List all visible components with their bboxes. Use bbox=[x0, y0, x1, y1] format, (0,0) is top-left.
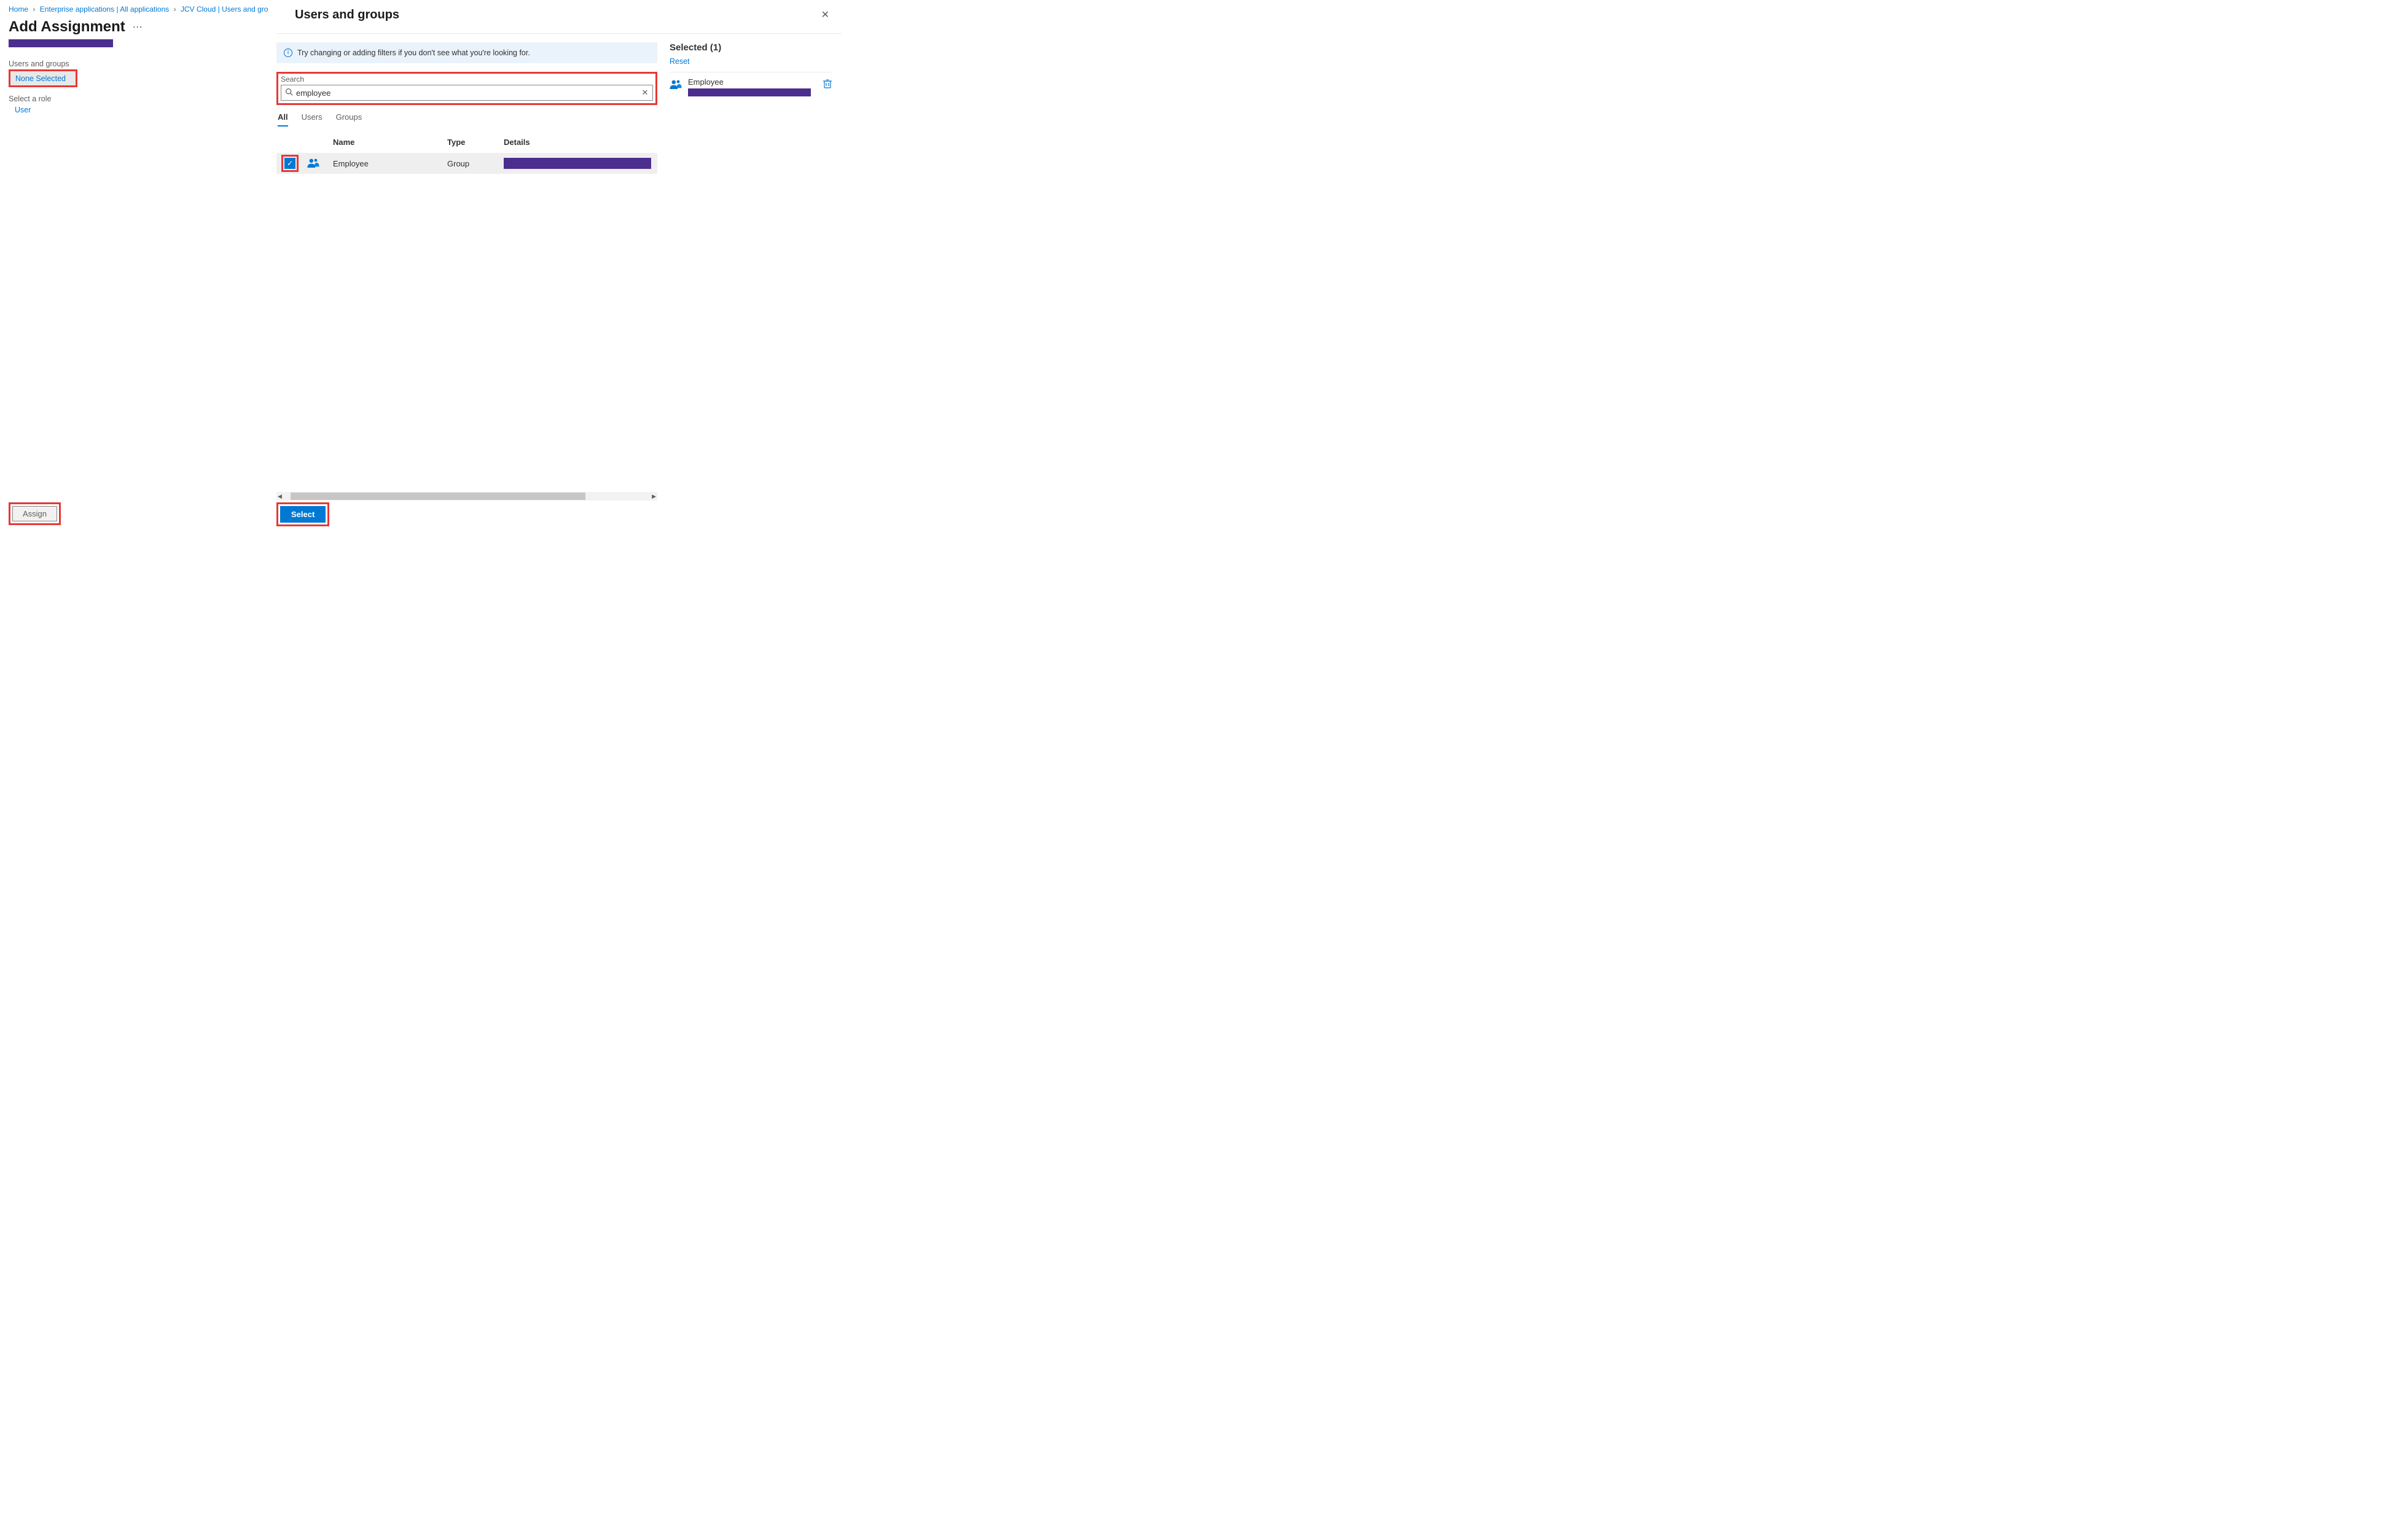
checkbox-highlight: ✓ bbox=[281, 155, 299, 172]
breadcrumb-enterprise-apps[interactable]: Enterprise applications | All applicatio… bbox=[40, 5, 170, 14]
horizontal-scrollbar[interactable]: ◀ ▶ bbox=[276, 492, 657, 501]
row-checkbox[interactable]: ✓ bbox=[284, 158, 295, 169]
scrollbar-thumb[interactable] bbox=[291, 493, 585, 500]
reset-link[interactable]: Reset bbox=[670, 57, 690, 66]
panel-header: Users and groups ✕ bbox=[276, 0, 842, 34]
tab-groups[interactable]: Groups bbox=[336, 112, 362, 127]
table-row[interactable]: ✓ Employee Group bbox=[276, 153, 657, 174]
assign-button-highlight: Assign bbox=[9, 502, 61, 525]
redaction-bar bbox=[9, 39, 113, 47]
center-column: i Try changing or adding filters if you … bbox=[276, 34, 657, 531]
panel-body: i Try changing or adding filters if you … bbox=[276, 34, 842, 531]
selected-title: Selected (1) bbox=[670, 42, 832, 53]
search-input[interactable] bbox=[296, 88, 638, 98]
selected-item: Employee bbox=[670, 77, 832, 96]
search-highlight: Search ✕ bbox=[276, 72, 657, 105]
search-input-row: ✕ bbox=[281, 85, 653, 101]
redaction-bar bbox=[504, 158, 651, 169]
selected-item-name: Employee bbox=[688, 77, 817, 87]
users-groups-panel: Users and groups ✕ i Try changing or add… bbox=[276, 0, 842, 531]
tab-users[interactable]: Users bbox=[302, 112, 322, 127]
role-value-link[interactable]: User bbox=[15, 106, 31, 114]
column-name: Name bbox=[333, 138, 447, 147]
page-title: Add Assignment bbox=[9, 18, 125, 36]
form-section: Users and groups None Selected Select a … bbox=[9, 60, 268, 114]
info-text: Try changing or adding filters if you do… bbox=[297, 49, 530, 57]
assign-button[interactable]: Assign bbox=[12, 506, 57, 521]
more-icon[interactable]: ⋯ bbox=[130, 21, 145, 33]
select-button-highlight: Select bbox=[276, 502, 329, 526]
tab-all[interactable]: All bbox=[278, 112, 288, 127]
close-icon[interactable]: ✕ bbox=[819, 6, 832, 23]
scroll-left-icon[interactable]: ◀ bbox=[278, 493, 282, 500]
select-button[interactable]: Select bbox=[280, 506, 326, 523]
chevron-right-icon: › bbox=[33, 5, 35, 14]
search-label: Search bbox=[281, 75, 653, 84]
chevron-right-icon: › bbox=[174, 5, 176, 14]
breadcrumb-jcv-cloud[interactable]: JCV Cloud | Users and grou bbox=[181, 5, 268, 14]
info-icon: i bbox=[284, 49, 292, 57]
group-icon bbox=[307, 158, 319, 168]
none-selected-highlight: None Selected bbox=[9, 69, 77, 87]
trash-icon[interactable] bbox=[823, 79, 832, 90]
filter-tabs: All Users Groups bbox=[276, 112, 657, 127]
info-banner: i Try changing or adding filters if you … bbox=[276, 42, 657, 63]
selected-column: Selected (1) Reset Employee bbox=[657, 34, 842, 531]
clear-icon[interactable]: ✕ bbox=[638, 88, 652, 98]
scroll-right-icon[interactable]: ▶ bbox=[652, 493, 656, 500]
breadcrumb-home[interactable]: Home bbox=[9, 5, 28, 14]
select-role-label: Select a role bbox=[9, 95, 268, 103]
left-pane: Home › Enterprise applications | All app… bbox=[0, 0, 276, 531]
row-details bbox=[504, 158, 657, 169]
column-type: Type bbox=[447, 138, 504, 147]
users-groups-label: Users and groups bbox=[9, 60, 268, 68]
group-icon bbox=[670, 79, 682, 89]
row-name: Employee bbox=[333, 159, 447, 168]
row-type: Group bbox=[447, 159, 504, 168]
redaction-bar bbox=[688, 88, 811, 96]
breadcrumb: Home › Enterprise applications | All app… bbox=[9, 5, 268, 14]
panel-title: Users and groups bbox=[295, 8, 399, 22]
results-header: Name Type Details bbox=[276, 138, 657, 153]
column-details: Details bbox=[504, 138, 657, 147]
page-title-row: Add Assignment ⋯ bbox=[9, 18, 268, 36]
none-selected-link[interactable]: None Selected bbox=[15, 74, 66, 83]
search-icon bbox=[281, 88, 296, 98]
